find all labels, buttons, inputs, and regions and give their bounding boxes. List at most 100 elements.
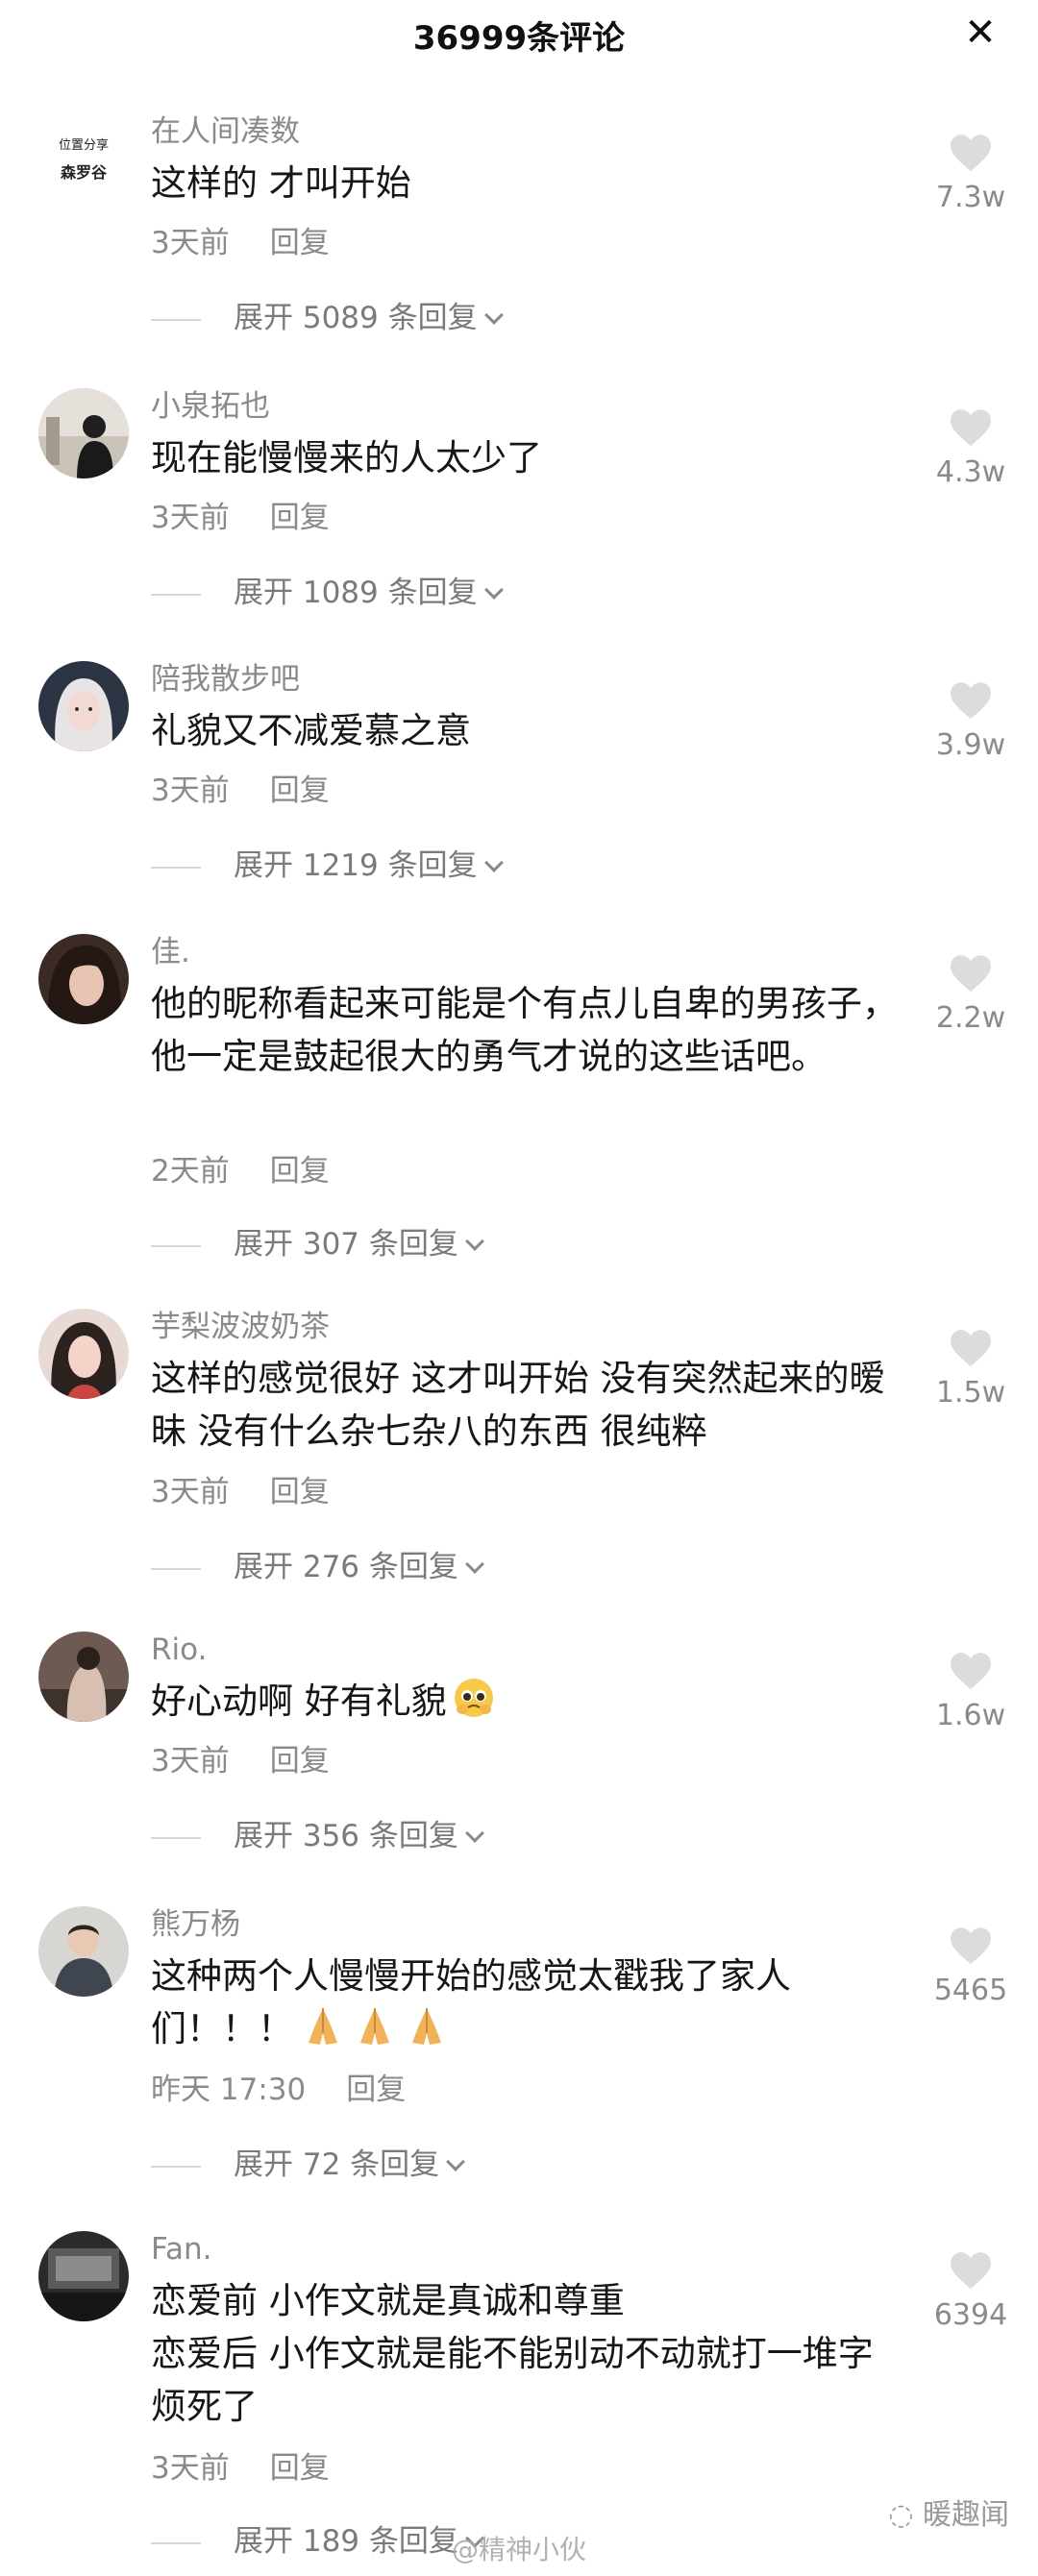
reply-button[interactable]: 回复 (346, 2073, 406, 2107)
avatar[interactable]: 位置分享 森罗谷 (38, 113, 129, 204)
comments-header: 36999条评论 ✕ (0, 0, 1038, 67)
comment-username[interactable]: Rio. (151, 1631, 207, 1668)
comment-username[interactable]: 熊万杨 (151, 1906, 240, 1943)
avatar[interactable] (38, 1631, 129, 1722)
heart-icon (951, 682, 991, 720)
comment-text: 恋爱前 小作文就是真诚和尊重 恋爱后 小作文就是能不能别动不动就打一堆字烦死了 (151, 2274, 901, 2433)
chevron-down-icon (464, 1232, 484, 1251)
reply-button[interactable]: 回复 (270, 226, 330, 260)
like-button[interactable]: 1.5w (923, 1328, 1019, 1410)
divider (151, 2541, 201, 2544)
wechat-icon: ◌ (888, 2498, 914, 2532)
watermark-author: @精神小伙 (452, 2534, 587, 2565)
expand-replies-button[interactable]: 展开 72 条回复 (151, 2147, 466, 2183)
comment-meta: 3天前 回复 (151, 1474, 330, 1510)
like-count: 2.2w (935, 1001, 1006, 1035)
like-count: 3.9w (935, 728, 1006, 762)
heart-icon (951, 409, 991, 447)
avatar-image (38, 2231, 129, 2321)
avatar[interactable] (38, 661, 129, 751)
like-button[interactable]: 4.3w (923, 407, 1019, 489)
like-button[interactable]: 7.3w (923, 133, 1019, 214)
comment-username[interactable]: 陪我散步吧 (151, 661, 300, 698)
divider (151, 1567, 201, 1570)
like-count: 1.6w (935, 1699, 1006, 1732)
comment-username[interactable]: Fan. (151, 2231, 211, 2268)
reply-button[interactable]: 回复 (270, 1744, 330, 1779)
chevron-down-icon (483, 853, 504, 872)
comment-time: 2天前 (151, 1154, 230, 1189)
expand-replies-button[interactable]: 展开 189 条回复 (151, 2523, 484, 2560)
folded-hands-icon (309, 2008, 337, 2045)
comment-meta: 2天前 回复 (151, 1153, 330, 1190)
comment-time: 3天前 (151, 1475, 230, 1509)
comment-text-line: 恋爱前 小作文就是真诚和尊重 (151, 2280, 625, 2321)
avatar[interactable] (38, 1906, 129, 1997)
heart-icon (951, 955, 991, 993)
comment-time: 3天前 (151, 501, 230, 535)
expand-replies-button[interactable]: 展开 5089 条回复 (151, 300, 504, 336)
avatar-image (38, 1309, 129, 1399)
comment-text: 好心动啊 好有礼貌 (151, 1675, 901, 1728)
divider (151, 1836, 201, 1839)
reply-button[interactable]: 回复 (270, 2451, 330, 2486)
chevron-down-icon (464, 1824, 484, 1843)
heart-icon (951, 135, 991, 172)
comment-text: 现在能慢慢来的人太少了 (151, 437, 542, 478)
expand-replies-button[interactable]: 展开 1219 条回复 (151, 847, 504, 884)
divider (151, 2165, 201, 2168)
heart-icon (951, 2252, 991, 2290)
comment-username[interactable]: 芋梨波波奶茶 (151, 1309, 330, 1345)
comment-meta: 3天前 回复 (151, 500, 330, 536)
avatar[interactable] (38, 388, 129, 478)
like-count: 1.5w (935, 1376, 1006, 1410)
comment-time: 3天前 (151, 2451, 230, 2486)
comment-meta: 3天前 回复 (151, 1743, 330, 1779)
avatar-image (38, 1631, 129, 1722)
like-button[interactable]: 5465 (923, 1926, 1019, 2007)
expand-replies-button[interactable]: 展开 356 条回复 (151, 1818, 484, 1854)
avatar-image (38, 1906, 129, 1997)
comment-text: 这样的感觉很好 这才叫开始 没有突然起来的暧昧 没有什么杂七杂八的东西 很纯粹 (151, 1358, 885, 1452)
comment-text: 这样的 才叫开始 (151, 162, 411, 204)
comment-username[interactable]: 佳. (151, 934, 190, 970)
heart-icon (951, 1330, 991, 1367)
like-count: 4.3w (935, 455, 1006, 489)
like-count: 7.3w (935, 181, 1006, 214)
comment-text: 他的昵称看起来可能是个有点儿自卑的男孩子，他一定是鼓起很大的勇气才说的这些话吧。 (151, 983, 898, 1077)
reply-button[interactable]: 回复 (270, 773, 330, 808)
heart-icon (951, 1653, 991, 1690)
divider (151, 1244, 201, 1247)
avatar[interactable] (38, 934, 129, 1024)
comment-meta: 昨天 17:30 回复 (151, 2072, 406, 2108)
avatar-image (38, 934, 129, 1024)
expand-replies-button[interactable]: 展开 1089 条回复 (151, 575, 504, 611)
like-button[interactable]: 1.6w (923, 1651, 1019, 1732)
reply-button[interactable]: 回复 (270, 1475, 330, 1509)
divider (151, 866, 201, 869)
comment-text-line: 恋爱后 小作文就是能不能别动不动就打一堆字烦死了 (151, 2333, 874, 2427)
comment-username[interactable]: 小泉拓也 (151, 388, 270, 425)
divider (151, 593, 201, 596)
comment-username[interactable]: 在人间凑数 (151, 113, 300, 150)
comment-text: 礼貌又不减爱慕之意 (151, 710, 471, 751)
avatar[interactable] (38, 2231, 129, 2321)
reply-button[interactable]: 回复 (270, 501, 330, 535)
close-icon[interactable]: ✕ (959, 12, 1001, 54)
watermark-brand: ◌ 暖趣闻 (888, 2498, 1009, 2532)
comment-meta: 3天前 回复 (151, 2450, 330, 2487)
expand-replies-button[interactable]: 展开 276 条回复 (151, 1549, 484, 1585)
chevron-down-icon (483, 580, 504, 600)
like-button[interactable]: 3.9w (923, 680, 1019, 762)
comment-meta: 3天前 回复 (151, 773, 330, 809)
folded-hands-icon (360, 2008, 389, 2045)
reply-button[interactable]: 回复 (270, 1154, 330, 1189)
like-button[interactable]: 2.2w (923, 953, 1019, 1035)
avatar-image (38, 661, 129, 751)
expand-replies-button[interactable]: 展开 307 条回复 (151, 1226, 484, 1263)
comment-time: 3天前 (151, 226, 230, 260)
like-button[interactable]: 6394 (923, 2250, 1019, 2332)
avatar[interactable] (38, 1309, 129, 1399)
chevron-down-icon (464, 1555, 484, 1574)
chevron-down-icon (483, 306, 504, 325)
